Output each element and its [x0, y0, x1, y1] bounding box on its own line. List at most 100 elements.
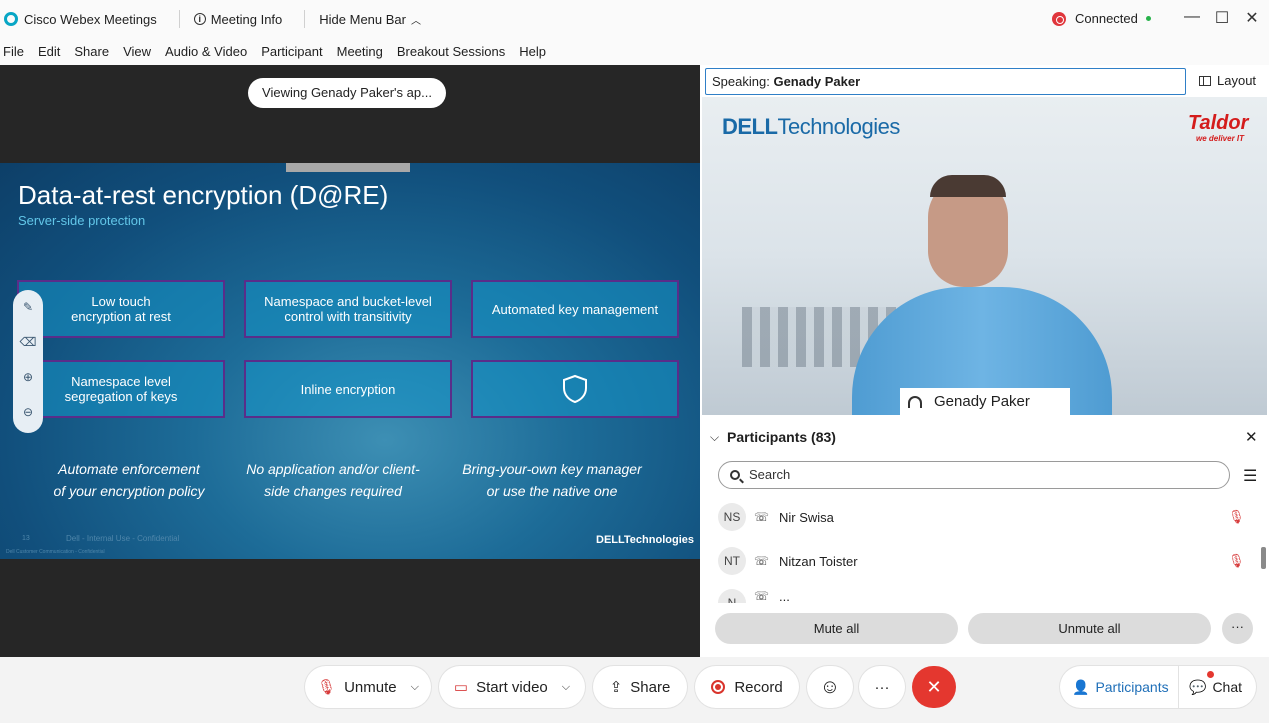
meeting-info-button[interactable]: i Meeting Info: [193, 12, 282, 27]
phone-audio-icon: ☏: [754, 510, 770, 524]
chevron-down-icon[interactable]: ⌵: [710, 430, 719, 445]
maximize-button[interactable]: ☐: [1212, 8, 1232, 28]
taldor-logo: Taldor: [1188, 112, 1249, 134]
record-button[interactable]: Record: [695, 666, 799, 708]
chat-bubble-icon: 💬: [1189, 678, 1207, 695]
slide-box-text: Low touch encryption at rest: [71, 294, 171, 324]
share-button[interactable]: ⇪ Share: [593, 666, 687, 708]
sort-icon[interactable]: ☰: [1243, 466, 1257, 486]
slide-box: Automated key management: [471, 280, 679, 338]
share-icon: ⇪: [609, 679, 623, 696]
close-button[interactable]: ✕: [1242, 8, 1262, 28]
slide-title: Data-at-rest encryption (D@RE): [18, 180, 389, 210]
shared-content-area[interactable]: Viewing Genady Paker's ap... Data-at-res…: [0, 65, 700, 657]
menu-view[interactable]: View: [123, 44, 151, 59]
slide-box-text: Automated key management: [491, 301, 659, 317]
layout-icon: [1199, 76, 1211, 86]
shared-slide: Data-at-rest encryption (D@RE) Server-si…: [0, 163, 700, 559]
participant-name: Nitzan Toister: [779, 553, 858, 569]
speaking-name: Genady Paker: [773, 74, 861, 89]
menu-share[interactable]: Share: [74, 44, 109, 59]
slide-footer-small: Dell Customer Communication - Confidenti…: [6, 549, 105, 555]
slide-box: Inline encryption: [244, 360, 452, 418]
participants-scrollbar[interactable]: [1261, 547, 1266, 569]
chevron-down-icon[interactable]: ⌵: [562, 681, 570, 694]
chevron-down-icon[interactable]: ⌵: [411, 681, 419, 694]
slide-drag-tab[interactable]: [286, 163, 410, 172]
zoom-in-icon[interactable]: ⊕: [13, 360, 43, 395]
video-dell-logo: DELLTechnologies: [722, 114, 900, 140]
muted-mic-icon[interactable]: 🎙: [1228, 509, 1245, 525]
hide-menu-bar-button[interactable]: Hide Menu Bar ︿: [319, 12, 421, 27]
slide-box: Low touch encryption at rest: [17, 280, 225, 338]
participants-more-button[interactable]: ···: [1222, 613, 1253, 644]
slide-caption: Automate enforcement of your encryption …: [53, 461, 205, 499]
menu-breakout-sessions[interactable]: Breakout Sessions: [397, 44, 505, 59]
participant-row[interactable]: NT ☏ Nitzan Toister 🎙: [718, 546, 1248, 576]
muted-mic-icon[interactable]: 🎙: [1228, 553, 1245, 569]
menu-edit[interactable]: Edit: [38, 44, 60, 59]
layout-button[interactable]: Layout: [1199, 69, 1256, 93]
meeting-controls-bar: 🎙 Unmute ⌵ ▭ Start video ⌵ ⇪ Share Recor…: [0, 657, 1269, 723]
hide-menu-bar-label: Hide Menu Bar: [319, 11, 406, 27]
speaker-name-tag: Genady Paker: [900, 388, 1070, 415]
start-video-button[interactable]: ▭ Start video ⌵: [439, 666, 585, 708]
viewing-indicator[interactable]: Viewing Genady Paker's ap...: [248, 78, 446, 108]
avatar: N: [718, 589, 746, 603]
participant-name: Nir Swisa: [779, 509, 834, 525]
menu-participant[interactable]: Participant: [261, 44, 322, 59]
mute-all-button[interactable]: Mute all: [715, 613, 958, 644]
muted-microphone-icon: 🎙: [317, 679, 337, 696]
chevron-up-icon: ︿: [410, 15, 421, 27]
speaking-label: Speaking:: [712, 74, 770, 89]
more-options-button[interactable]: ···: [859, 666, 905, 708]
participants-panel-button[interactable]: 👤 Participants: [1060, 679, 1178, 696]
video-off-icon: ▭: [453, 679, 469, 696]
eraser-icon[interactable]: ⌫: [13, 325, 43, 360]
participant-name: ...: [779, 589, 790, 603]
menu-file[interactable]: File: [3, 44, 24, 59]
participants-search-input[interactable]: Search: [718, 461, 1230, 489]
slide-caption: No application and/or client- side chang…: [246, 461, 420, 499]
unmute-all-button[interactable]: Unmute all: [968, 613, 1211, 644]
menu-meeting[interactable]: Meeting: [337, 44, 383, 59]
reactions-button[interactable]: ☺: [807, 666, 853, 708]
avatar: NT: [718, 547, 746, 575]
participant-row[interactable]: N ☏ ...: [718, 589, 1248, 603]
slide-box-text: Namespace and bucket-level control with …: [264, 294, 432, 324]
annotate-pen-icon[interactable]: ✎: [13, 290, 43, 325]
speaker-video[interactable]: DELLTechnologies Taldor we deliver IT Ge…: [702, 97, 1267, 415]
dell-logo-bold: DELL: [722, 114, 778, 139]
panel-toggle-group: 👤 Participants 💬 Chat: [1060, 666, 1256, 708]
record-icon: [711, 680, 726, 694]
titlebar-divider: [304, 10, 306, 28]
close-participants-icon[interactable]: ✕: [1245, 428, 1258, 446]
slide-dell-logo: DELLTechnologies: [596, 534, 694, 546]
participant-row[interactable]: NS ☏ Nir Swisa 🎙: [718, 502, 1248, 532]
menu-audio-video[interactable]: Audio & Video: [165, 44, 247, 59]
speaker-name-label: Genady Paker: [934, 393, 1030, 410]
leave-meeting-button[interactable]: ✕: [912, 666, 956, 708]
connection-status[interactable]: Connected: [1052, 11, 1151, 26]
phone-audio-icon: ☏: [754, 589, 770, 603]
zoom-out-icon[interactable]: ⊖: [13, 395, 43, 430]
slide-caption: Bring-your-own key manager or use the na…: [462, 461, 642, 499]
right-panel: Speaking: Genady Paker Layout DELLTechno…: [700, 65, 1269, 657]
avatar: NS: [718, 503, 746, 531]
minimize-button[interactable]: —: [1182, 8, 1202, 26]
search-icon: [730, 470, 740, 480]
chat-panel-button[interactable]: 💬 Chat: [1179, 670, 1242, 696]
annotation-toolbar: ✎ ⌫ ⊕ ⊖: [13, 290, 43, 433]
slide-footer: Dell - Internal Use - Confidential: [66, 534, 180, 543]
participants-panel-label: Participants: [1095, 679, 1169, 695]
slide-number: 13: [22, 535, 30, 542]
active-speaker-bar[interactable]: Speaking: Genady Paker: [705, 68, 1186, 95]
close-icon: ✕: [926, 677, 942, 697]
shield-icon: [563, 374, 587, 404]
slide-box-text: Namespace level segregation of keys: [64, 374, 178, 404]
app-name: Cisco Webex Meetings: [24, 11, 157, 27]
unmute-button[interactable]: 🎙 Unmute ⌵: [305, 666, 431, 708]
menu-bar: File Edit Share View Audio & Video Parti…: [0, 38, 1269, 65]
menu-help[interactable]: Help: [519, 44, 546, 59]
info-icon: i: [193, 13, 206, 25]
